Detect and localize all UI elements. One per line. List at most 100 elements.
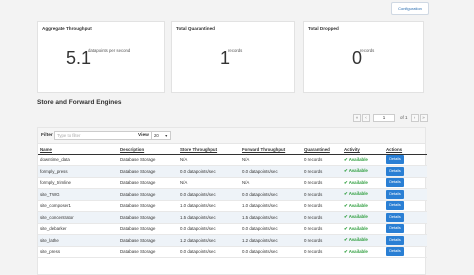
store-throughput: 1.0 datapoints/sec (178, 200, 240, 212)
actions-cell: Details (384, 154, 427, 166)
column-header-forward-throughput[interactable]: Forward Throughput (240, 146, 302, 155)
forward-throughput: N/A (240, 177, 302, 189)
store-throughput: 1.5 datapoints/sec (178, 211, 240, 224)
store-throughput: 0.0 datapoints/sec (178, 188, 240, 201)
store-throughput: 0.0 datapoints/sec (178, 165, 240, 178)
details-button[interactable]: Details (386, 235, 404, 245)
quarantined-count: 0 records (302, 211, 342, 224)
page-count: of 1 (400, 115, 408, 120)
quarantined-count: 0 records (302, 234, 342, 247)
engine-description: Database Storage (118, 211, 178, 224)
details-button[interactable]: Details (386, 201, 404, 211)
actions-cell: Details (384, 200, 427, 212)
store-throughput: 0.0 datapoints/sec (178, 246, 240, 258)
details-button[interactable]: Details (386, 212, 404, 222)
section-title: Store and Forward Engines (37, 99, 122, 106)
page-input[interactable]: 1 (373, 113, 395, 122)
forward-throughput: 1.2 datapoints/sec (240, 234, 302, 247)
engine-name: formply_press (38, 165, 118, 178)
store-throughput: N/A (178, 177, 240, 189)
table-row: site_debarker Database Storage 0.0 datapoi… (38, 223, 427, 235)
engine-name: formply_trimline (38, 177, 118, 189)
quarantined-count: 0 records (302, 188, 342, 201)
next-page-button[interactable]: › (410, 113, 419, 122)
engine-name: site_debarker (38, 223, 118, 235)
quarantined-count: 0 records (302, 223, 342, 235)
actions-cell: Details (384, 211, 427, 224)
table-header-row: Name Description Store Throughput Forwar… (38, 146, 427, 155)
table-row: site_composer1 Database Storage 1.0 datapo… (38, 200, 427, 212)
activity-status: ✔ Available (342, 211, 384, 224)
card-unit: records (228, 48, 243, 53)
engine-description: Database Storage (118, 223, 178, 235)
quarantined-count: 0 records (302, 165, 342, 178)
activity-status: ✔ Available (342, 165, 384, 178)
details-button[interactable]: Details (386, 189, 404, 199)
table-row: site_lathe Database Storage 1.2 datapoints… (38, 234, 427, 247)
column-header-actions: Actions (384, 146, 427, 155)
prev-page-button[interactable]: ‹ (362, 113, 370, 122)
aggregate-throughput-card: Aggregate Throughput 5.1 datapoints per … (37, 21, 165, 93)
view-label: View (138, 133, 149, 138)
engine-description: Database Storage (118, 154, 178, 166)
table-row: site_concentrator Database Storage 1.5 dat… (38, 211, 427, 224)
card-title: Total Quarantined (176, 26, 215, 31)
forward-throughput: 1.0 datapoints/sec (240, 200, 302, 212)
activity-status: ✔ Available (342, 154, 384, 166)
card-title: Aggregate Throughput (42, 26, 92, 31)
engine-name: site_composer1 (38, 200, 118, 212)
actions-cell: Details (384, 177, 427, 189)
activity-status: ✔ Available (342, 246, 384, 258)
first-page-button[interactable]: « (353, 113, 361, 122)
column-header-description[interactable]: Description (118, 146, 178, 155)
column-header-store-throughput[interactable]: Store Throughput (178, 146, 240, 155)
view-select-value: 20 (154, 133, 159, 138)
card-title: Total Dropped (308, 26, 339, 31)
card-unit: records (360, 48, 375, 53)
table-row: site_TWG Database Storage 0.0 datapoints/s… (38, 188, 427, 201)
pagination: « ‹ 1 of 1 › » (353, 113, 428, 122)
engine-description: Database Storage (118, 234, 178, 247)
engines-panel: Filter Type to filter View 20 ▼ Name Des… (37, 127, 427, 275)
chevron-down-icon: ▼ (164, 134, 168, 138)
details-button[interactable]: Details (386, 155, 404, 165)
engine-description: Database Storage (118, 188, 178, 201)
engine-name: site_concentrator (38, 211, 118, 224)
forward-throughput: N/A (240, 154, 302, 166)
table-row: downtime_data Database Storage N/A N/A 0 rec… (38, 154, 427, 166)
activity-status: ✔ Available (342, 177, 384, 189)
forward-throughput: 0.0 datapoints/sec (240, 246, 302, 258)
last-page-button[interactable]: » (419, 113, 428, 122)
engine-description: Database Storage (118, 165, 178, 178)
actions-cell: Details (384, 246, 427, 258)
activity-status: ✔ Available (342, 188, 384, 201)
table-row: formply_press Database Storage 0.0 datapoi… (38, 165, 427, 178)
forward-throughput: 0.0 datapoints/sec (240, 223, 302, 235)
column-header-name[interactable]: Name (38, 146, 118, 155)
quarantined-count: 0 records (302, 154, 342, 166)
engine-name: site_TWG (38, 188, 118, 201)
table-row: site_press Database Storage 0.0 datapoints… (38, 246, 427, 258)
engine-description: Database Storage (118, 200, 178, 212)
details-button[interactable]: Details (386, 178, 404, 188)
actions-cell: Details (384, 234, 427, 247)
configuration-button[interactable]: Configuration (391, 2, 429, 15)
table-row: formply_trimline Database Storage N/A N/A 0 … (38, 177, 427, 189)
filter-bar: Filter Type to filter View 20 ▼ (38, 128, 425, 144)
details-button[interactable]: Details (386, 247, 404, 257)
details-button[interactable]: Details (386, 224, 404, 234)
engines-table: Name Description Store Throughput Forwar… (38, 146, 427, 258)
engine-description: Database Storage (118, 246, 178, 258)
store-throughput: 1.2 datapoints/sec (178, 234, 240, 247)
column-header-activity[interactable]: Activity (342, 146, 384, 155)
activity-status: ✔ Available (342, 223, 384, 235)
store-throughput: 0.0 datapoints/sec (178, 223, 240, 235)
column-header-quarantined[interactable]: Quarantined (302, 146, 342, 155)
actions-cell: Details (384, 223, 427, 235)
store-throughput: N/A (178, 154, 240, 166)
engine-name: site_press (38, 246, 118, 258)
details-button[interactable]: Details (386, 166, 404, 176)
filter-label: Filter (41, 133, 53, 138)
engine-name: downtime_data (38, 154, 118, 166)
view-select[interactable]: 20 ▼ (151, 131, 171, 140)
